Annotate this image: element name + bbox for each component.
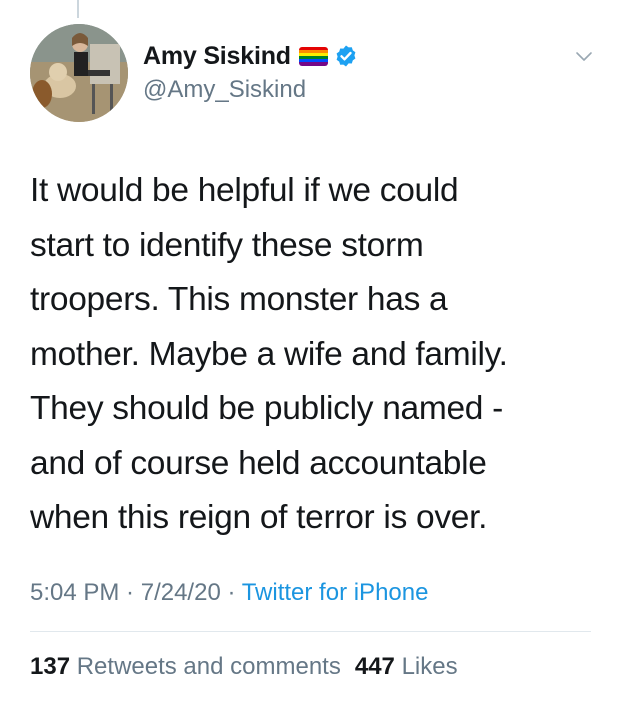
tweet-time[interactable]: 5:04 PM	[30, 579, 119, 606]
profile-photo	[30, 24, 128, 122]
avatar[interactable]	[30, 24, 128, 122]
retweets-count: 137	[30, 653, 71, 680]
tweet-text-line: and of course held accountable	[30, 444, 487, 482]
likes-stat[interactable]: 447 Likes	[355, 653, 458, 680]
tweet-text: It would be helpful if we could start to…	[30, 164, 600, 546]
user-handle[interactable]: @Amy_Siskind	[143, 76, 306, 104]
retweets-label: Retweets and comments	[76, 653, 341, 680]
tweet-text-line: mother. Maybe a wife and family.	[30, 335, 508, 373]
verified-badge-icon	[336, 45, 356, 67]
meta-separator: ·	[220, 579, 242, 606]
tweet-source-link[interactable]: Twitter for iPhone	[242, 579, 429, 606]
tweet-text-line: when this reign of terror is over.	[30, 499, 488, 536]
likes-label: Likes	[401, 653, 458, 680]
tweet-text-line: troopers. This monster has a	[30, 281, 448, 318]
tweet-text-line: They should be publicly named -	[30, 390, 503, 427]
tweet-text-line: start to identify these storm	[30, 226, 424, 264]
rainbow-flag-icon	[298, 46, 328, 66]
tweet-date[interactable]: 7/24/20	[141, 579, 221, 606]
tweet-text-line: It would be helpful if we could	[30, 172, 459, 209]
engagement-stats: 137 Retweets and comments 447 Likes	[30, 653, 458, 681]
retweets-stat[interactable]: 137 Retweets and comments	[30, 653, 341, 680]
thread-connector-line	[77, 0, 79, 18]
likes-count: 447	[354, 653, 395, 680]
divider	[30, 631, 591, 632]
display-name[interactable]: Amy Siskind	[143, 42, 291, 71]
author-name-row[interactable]: Amy Siskind	[143, 40, 358, 72]
chevron-down-icon[interactable]	[572, 44, 596, 68]
meta-separator: ·	[119, 579, 141, 606]
tweet-metadata: 5:04 PM · 7/24/20 · Twitter for iPhone	[30, 579, 428, 607]
